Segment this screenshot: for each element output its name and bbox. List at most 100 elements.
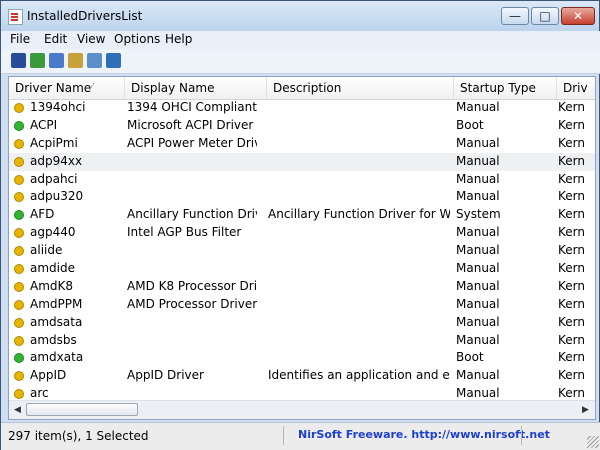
description-cell [268,314,450,332]
status-divider [521,426,522,445]
running-status-icon [14,210,24,221]
table-row[interactable]: agp440 Intel AGP Bus Filter Manual Kern [9,224,595,242]
find-icon[interactable] [87,53,102,68]
driver-type-cell: Kern [558,171,585,186]
display-name-cell: Intel AGP Bus Filter [127,225,242,240]
refresh-icon[interactable] [30,53,45,68]
startup-type-cell: Manual [456,171,500,186]
properties-icon[interactable] [68,53,83,68]
table-row[interactable]: adpu320 Manual Kern [9,188,595,206]
startup-type-cell: Manual [456,100,500,114]
scroll-thumb[interactable] [26,403,138,416]
table-row[interactable]: AmdK8 AMD K8 Processor Driver Manual Kern [9,278,595,296]
description-cell [268,117,450,135]
description-cell [268,332,450,350]
column-driver-name[interactable]: Driver Name [9,77,125,99]
close-button[interactable]: ✕ [561,7,595,25]
table-row[interactable]: AcpiPmi ACPI Power Meter Driver Manual Kern [9,135,595,153]
table-row[interactable]: aliide Manual Kern [9,242,595,260]
menu-file[interactable]: File [10,32,30,46]
startup-type-cell: Manual [456,278,500,293]
scroll-right-icon[interactable]: ▶ [578,403,593,417]
driver-type-cell: Kern [558,261,585,276]
status-divider [283,426,284,445]
column-driver-type[interactable]: Driv [557,77,595,99]
stopped-status-icon [14,246,24,257]
driver-type-cell: Kern [558,368,585,383]
description-cell: Ancillary Function Driver for Wins... [268,207,450,222]
startup-type-cell: Manual [456,332,500,347]
toolbar [1,49,600,74]
driver-name-cell: adpu320 [30,189,84,204]
driver-name-cell: adp94xx [30,153,83,168]
driver-name-cell: adpahci [30,171,78,186]
table-row[interactable]: AppID AppID Driver Identifies an applicati… [9,367,595,385]
column-startup-type[interactable]: Startup Type [454,77,557,99]
minimize-button[interactable]: — [501,7,529,25]
display-name-cell [127,171,257,189]
description-cell: Identifies an application and enfo... [268,368,450,383]
table-row[interactable]: amdxata Boot Kern [9,349,595,367]
stopped-status-icon [14,299,24,310]
save-icon[interactable] [11,53,26,68]
column-display-name[interactable]: Display Name [125,77,267,99]
exit-icon[interactable] [106,53,121,68]
stopped-status-icon [14,389,24,400]
scroll-left-icon[interactable]: ◀ [10,403,25,417]
startup-type-cell: Manual [456,261,500,276]
display-name-cell [127,349,257,367]
startup-type-cell: Manual [456,153,500,168]
horizontal-scrollbar[interactable]: ◀ ▶ [9,400,595,419]
sort-indicator-icon: ⁄ [91,82,93,93]
display-name-cell: AMD Processor Driver [127,296,257,311]
description-cell [268,349,450,367]
description-cell [268,296,450,314]
menu-options[interactable]: Options [114,32,160,46]
driver-name-cell: amdide [30,261,75,276]
driver-name-cell: amdsbs [30,332,77,347]
driver-name-cell: aliide [30,243,63,258]
display-name-cell [127,153,257,171]
driver-type-cell: Kern [558,207,585,222]
title-bar[interactable]: InstalledDriversList — □ ✕ [1,1,599,31]
startup-type-cell: Manual [456,135,500,150]
driver-name-cell: amdsata [30,314,83,329]
description-cell [268,153,450,171]
nirsoft-link[interactable]: NirSoft Freeware. http://www.nirsoft.net [298,428,550,441]
resize-grip-icon[interactable] [587,436,599,448]
driver-type-cell: Kern [558,225,585,240]
table-row[interactable]: adpahci Manual Kern [9,171,595,189]
menu-view[interactable]: View [77,32,105,46]
menu-edit[interactable]: Edit [44,32,67,46]
driver-type-cell: Kern [558,314,585,329]
driver-name-cell: AmdPPM [30,296,83,311]
table-row[interactable]: 1394ohci 1394 OHCI Compliant H... Manual Ke… [9,99,595,117]
description-cell [268,135,450,153]
table-row[interactable]: AmdPPM AMD Processor Driver Manual Kern [9,296,595,314]
menu-bar: File Edit View Options Help [1,31,600,49]
table-row[interactable]: AFD Ancillary Function Drive... Ancillary … [9,206,595,224]
startup-type-cell: Manual [456,296,500,311]
startup-type-cell: Manual [456,189,500,204]
stopped-status-icon [14,228,24,239]
table-row[interactable]: amdide Manual Kern [9,260,595,278]
table-row[interactable]: amdsata Manual Kern [9,314,595,332]
driver-type-cell: Kern [558,189,585,204]
drivers-list[interactable]: Driver Name ⁄ Display Name Description S… [8,76,596,420]
menu-help[interactable]: Help [165,32,192,46]
stopped-status-icon [14,156,24,167]
display-name-cell [127,332,257,350]
table-row[interactable]: amdsbs Manual Kern [9,332,595,350]
driver-type-cell: Kern [558,135,585,150]
table-row[interactable]: adp94xx Manual Kern [9,152,595,171]
maximize-icon: □ [539,9,551,23]
display-name-cell: Microsoft ACPI Driver [127,117,254,132]
column-description[interactable]: Description [267,77,454,99]
maximize-button[interactable]: □ [531,7,559,25]
display-name-cell: ACPI Power Meter Driver [127,135,257,150]
driver-type-cell: Kern [558,243,585,258]
description-cell [268,188,450,206]
stopped-status-icon [14,317,24,328]
copy-icon[interactable] [49,53,64,68]
table-row[interactable]: ACPI Microsoft ACPI Driver Boot Kern [9,117,595,135]
